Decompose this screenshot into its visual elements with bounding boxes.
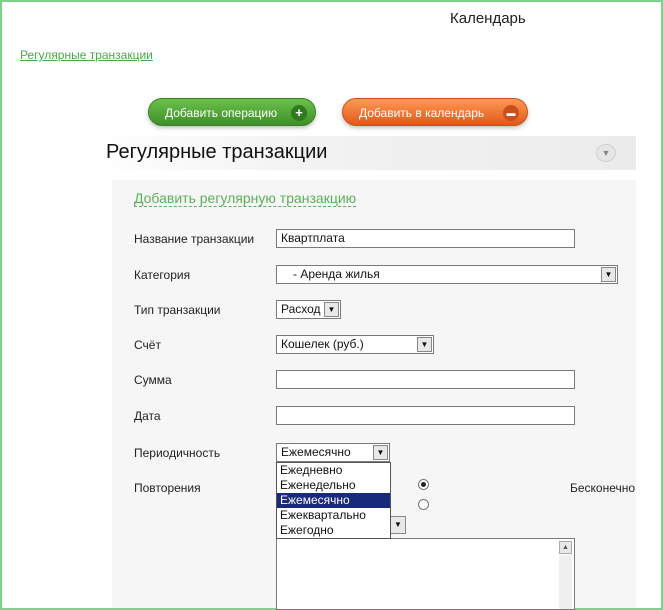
- repeats-label: Повторения: [134, 481, 201, 495]
- date-input[interactable]: [276, 406, 575, 425]
- scrollbar[interactable]: [559, 555, 572, 609]
- periodicity-value: Ежемесячно: [281, 445, 351, 459]
- category-select[interactable]: - Аренда жилья ▼: [276, 265, 618, 284]
- amount-input[interactable]: [276, 370, 575, 389]
- account-label: Счёт: [134, 338, 161, 352]
- dropdown-arrow-icon[interactable]: ▼: [390, 516, 406, 534]
- periodicity-option[interactable]: Ежеквартально: [277, 508, 390, 523]
- name-label: Название транзакции: [134, 232, 255, 246]
- periodicity-select[interactable]: Ежемесячно ▼: [276, 443, 390, 462]
- plus-icon: +: [291, 105, 307, 121]
- dropdown-arrow-icon: ▼: [324, 302, 339, 317]
- dropdown-arrow-icon: ▼: [373, 445, 388, 460]
- periodicity-dropdown-list: Ежедневно Еженедельно Ежемесячно Ежеквар…: [276, 462, 391, 539]
- add-to-calendar-label: Добавить в календарь: [359, 106, 485, 120]
- type-label: Тип транзакции: [134, 303, 221, 317]
- section-title: Регулярные транзакции: [106, 141, 328, 163]
- transaction-name-input[interactable]: Квартплата: [276, 229, 575, 248]
- periodicity-option-selected[interactable]: Ежемесячно: [277, 493, 390, 508]
- section-header: Регулярные транзакции ▼: [92, 136, 636, 170]
- regular-transactions-link[interactable]: Регулярные транзакции: [20, 48, 153, 62]
- page-title: Календарь: [450, 10, 526, 27]
- repeat-radio-infinite[interactable]: [418, 499, 429, 510]
- collapse-icon[interactable]: ▼: [596, 144, 616, 162]
- account-value: Кошелек (руб.): [281, 337, 364, 351]
- date-label: Дата: [134, 409, 161, 423]
- dropdown-arrow-icon: ▼: [601, 267, 616, 282]
- add-to-calendar-button[interactable]: Добавить в календарь ▬: [342, 98, 528, 126]
- account-select[interactable]: Кошелек (руб.) ▼: [276, 335, 434, 354]
- calendar-icon: ▬: [503, 105, 519, 121]
- dropdown-arrow-icon: ▼: [417, 337, 432, 352]
- category-label: Категория: [134, 268, 191, 282]
- scroll-up-icon[interactable]: ▲: [559, 541, 572, 554]
- add-operation-label: Добавить операцию: [165, 106, 278, 120]
- amount-label: Сумма: [134, 373, 172, 387]
- periodicity-option[interactable]: Еженедельно: [277, 478, 390, 493]
- periodicity-option[interactable]: Ежегодно: [277, 523, 390, 538]
- add-operation-button[interactable]: Добавить операцию +: [148, 98, 316, 126]
- repeat-radio-count[interactable]: [418, 479, 429, 490]
- type-value: Расход: [281, 302, 321, 316]
- infinite-label: Бесконечно: [570, 481, 636, 495]
- periodicity-option[interactable]: Ежедневно: [277, 463, 390, 478]
- transaction-type-select[interactable]: Расход ▼: [276, 300, 341, 319]
- comment-textarea[interactable]: ▲: [276, 538, 575, 610]
- periodicity-label: Периодичность: [134, 446, 221, 460]
- add-regular-transaction-link[interactable]: Добавить регулярную транзакцию: [134, 190, 357, 207]
- category-value: - Аренда жилья: [293, 267, 380, 281]
